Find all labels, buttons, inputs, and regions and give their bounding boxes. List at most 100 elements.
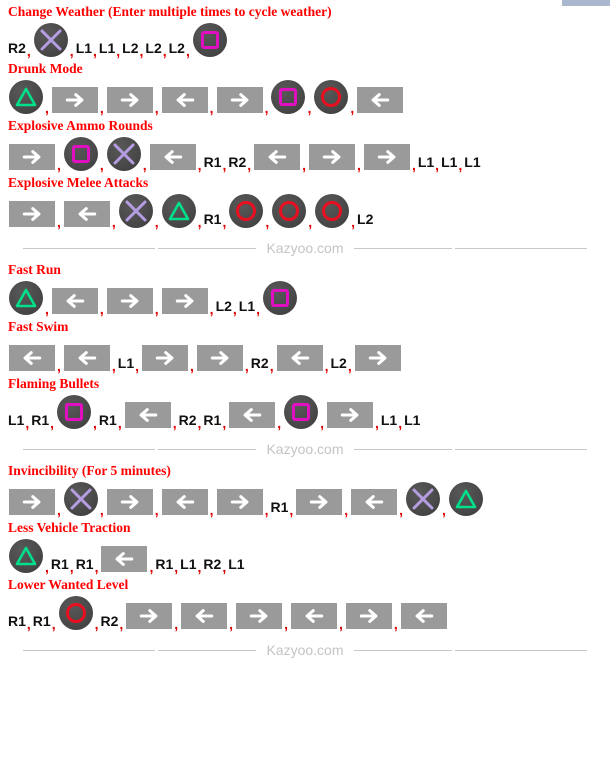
- circle-button-icon: [58, 596, 93, 630]
- sequence-separator: ,: [344, 502, 349, 518]
- sequence-token: ,: [314, 194, 357, 230]
- shoulder-button-label: L2: [330, 355, 347, 371]
- sequence-separator: ,: [174, 616, 179, 632]
- sequence-token: ,: [161, 489, 216, 518]
- triangle-button-icon: [9, 539, 43, 573]
- sequence-token: ,: [161, 288, 216, 317]
- arrow-right-icon: [9, 489, 55, 515]
- triangle-button-icon: [9, 281, 43, 315]
- cross-button-icon: [63, 482, 98, 516]
- arrow-right-icon: [106, 489, 153, 515]
- shoulder-button-label: R1: [270, 499, 289, 515]
- shoulder-button-label: L1: [8, 412, 25, 428]
- arrow-left-icon: [9, 345, 55, 371]
- sequence-token: R1,: [203, 413, 228, 431]
- arrow-left-icon: [149, 144, 196, 170]
- sequence-token: ,: [141, 345, 196, 374]
- sequence-token: L1: [228, 557, 244, 575]
- arrow-left-icon: [101, 546, 148, 572]
- sequence-token: R1,: [76, 557, 101, 575]
- divider-site-label: Kazyoo.com: [266, 240, 344, 256]
- sequence-token: ,: [118, 194, 161, 230]
- cheat-entry: Explosive Melee Attacks,,,, R1,,,, L2: [8, 175, 610, 230]
- sequence-separator: ,: [57, 157, 61, 173]
- cheat-sequence: ,,,, L2, L1,: [8, 279, 610, 317]
- arrow-right-icon: [363, 144, 410, 170]
- sequence-separator: ,: [93, 43, 97, 59]
- arrow-left-icon: [124, 402, 171, 428]
- sequence-separator: ,: [256, 301, 261, 317]
- sequence-separator: ,: [209, 100, 214, 116]
- section-divider: Kazyoo.com: [8, 240, 602, 256]
- sequence-separator: ,: [57, 502, 61, 518]
- sequence-token: ,: [8, 80, 51, 116]
- cheat-entry: Less Vehicle Traction, R1, R1,, R1, L1, R2, L1: [8, 520, 610, 575]
- arrow-left-icon: [161, 489, 208, 515]
- sequence-separator: ,: [324, 358, 329, 374]
- sequence-separator: ,: [350, 100, 355, 116]
- sequence-token: L2,: [145, 41, 168, 59]
- arrow-right-icon: [326, 402, 373, 428]
- sequence-token: R1,: [204, 212, 229, 230]
- divider-line-segment: [454, 448, 587, 450]
- sequence-separator: ,: [277, 415, 282, 431]
- arrow-left-icon: [290, 603, 337, 629]
- sequence-token: ,: [228, 402, 283, 431]
- sequence-token: ,: [161, 194, 204, 230]
- cheat-entry: Change Weather (Enter multiple times to …: [8, 4, 610, 59]
- sequence-token: R2,: [100, 614, 125, 632]
- sequence-separator: ,: [154, 502, 159, 518]
- sequence-separator: ,: [458, 157, 463, 173]
- sequence-separator: ,: [117, 415, 122, 431]
- cheat-sequence: , R1, R1,, R1, L1, R2, L1: [8, 537, 610, 575]
- sequence-separator: ,: [116, 43, 121, 59]
- divider-line-segment: [23, 649, 156, 651]
- arrow-right-icon: [142, 345, 189, 371]
- sequence-token: R2,: [251, 356, 276, 374]
- sequence-token: ,: [149, 144, 204, 173]
- sequence-token: ,: [106, 87, 161, 116]
- cheat-title: Fast Swim: [8, 319, 69, 334]
- triangle-button-icon: [448, 482, 483, 516]
- sequence-separator: ,: [351, 214, 356, 230]
- sequence-token: ,: [235, 603, 290, 632]
- arrow-left-icon: [63, 201, 110, 227]
- sequence-separator: ,: [57, 358, 61, 374]
- sequence-separator: ,: [111, 358, 116, 374]
- shoulder-button-label: R1: [203, 154, 222, 170]
- sequence-separator: ,: [302, 157, 307, 173]
- sequence-token: R2,: [203, 557, 228, 575]
- arrow-right-icon: [51, 87, 98, 113]
- sequence-token: ,: [63, 201, 118, 230]
- shoulder-button-label: L2: [145, 40, 162, 56]
- sequence-token: L1,: [99, 41, 122, 59]
- sequence-token: ,: [51, 87, 106, 116]
- circle-button-icon: [314, 80, 349, 114]
- sequence-separator: ,: [172, 415, 177, 431]
- sequence-token: ,: [125, 603, 180, 632]
- sequence-token: L2,: [330, 356, 353, 374]
- sequence-separator: ,: [435, 157, 440, 173]
- sequence-token: L2,: [216, 299, 239, 317]
- shoulder-button-label: L1: [180, 556, 197, 572]
- sequence-token: ,: [8, 345, 63, 374]
- sequence-token: R1,: [155, 557, 180, 575]
- shoulder-button-label: R2: [178, 412, 197, 428]
- shoulder-button-label: L1: [464, 154, 481, 170]
- sequence-separator: ,: [308, 214, 313, 230]
- shoulder-button-label: L2: [215, 298, 232, 314]
- sequence-separator: ,: [57, 214, 61, 230]
- sequence-token: L1,: [239, 299, 262, 317]
- sequence-separator: ,: [154, 301, 159, 317]
- cheat-title: Explosive Melee Attacks: [8, 175, 149, 190]
- sequence-token: L1,: [76, 41, 99, 59]
- shoulder-button-label: L2: [168, 40, 185, 56]
- sequence-token: ,: [106, 137, 149, 173]
- sequence-token: R2,: [8, 41, 33, 59]
- sequence-token: ,: [276, 345, 331, 374]
- sequence-token: [262, 281, 298, 317]
- sequence-separator: ,: [393, 616, 398, 632]
- sequence-separator: ,: [357, 157, 361, 173]
- arrow-right-icon: [106, 87, 153, 113]
- sequence-token: ,: [216, 87, 271, 116]
